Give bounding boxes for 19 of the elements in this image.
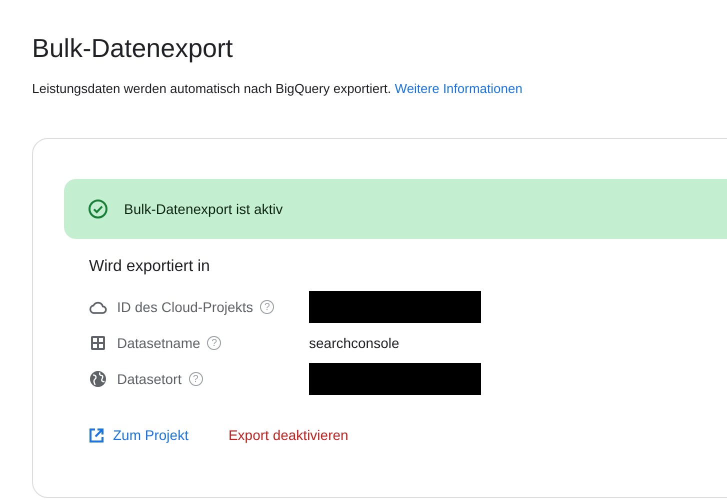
- field-value: searchconsole: [309, 335, 400, 351]
- field-label: ID des Cloud-Projekts: [117, 299, 254, 315]
- page-description: Leistungsdaten werden automatisch nach BigQuery exportiert.: [32, 81, 392, 96]
- section-title: Wird exportiert in: [89, 257, 211, 277]
- status-text: Bulk-Datenexport ist aktiv: [124, 201, 283, 217]
- help-icon[interactable]: ?: [260, 300, 274, 314]
- cloud-icon: [89, 300, 107, 314]
- field-label: Datasetname: [117, 335, 200, 351]
- check-circle-icon: [88, 199, 108, 219]
- field-label: Datasetort: [117, 371, 182, 387]
- grid-icon: [89, 335, 107, 351]
- external-link-icon: [89, 428, 104, 442]
- help-icon[interactable]: ?: [207, 336, 222, 350]
- project-link[interactable]: Zum Projekt: [89, 427, 188, 443]
- page-title: Bulk-Datenexport: [32, 32, 234, 65]
- help-icon[interactable]: ?: [188, 372, 203, 386]
- globe-icon: [89, 370, 107, 388]
- disable-export-link[interactable]: Export deaktivieren: [228, 427, 348, 443]
- more-info-link[interactable]: Weitere Informationen: [394, 81, 522, 96]
